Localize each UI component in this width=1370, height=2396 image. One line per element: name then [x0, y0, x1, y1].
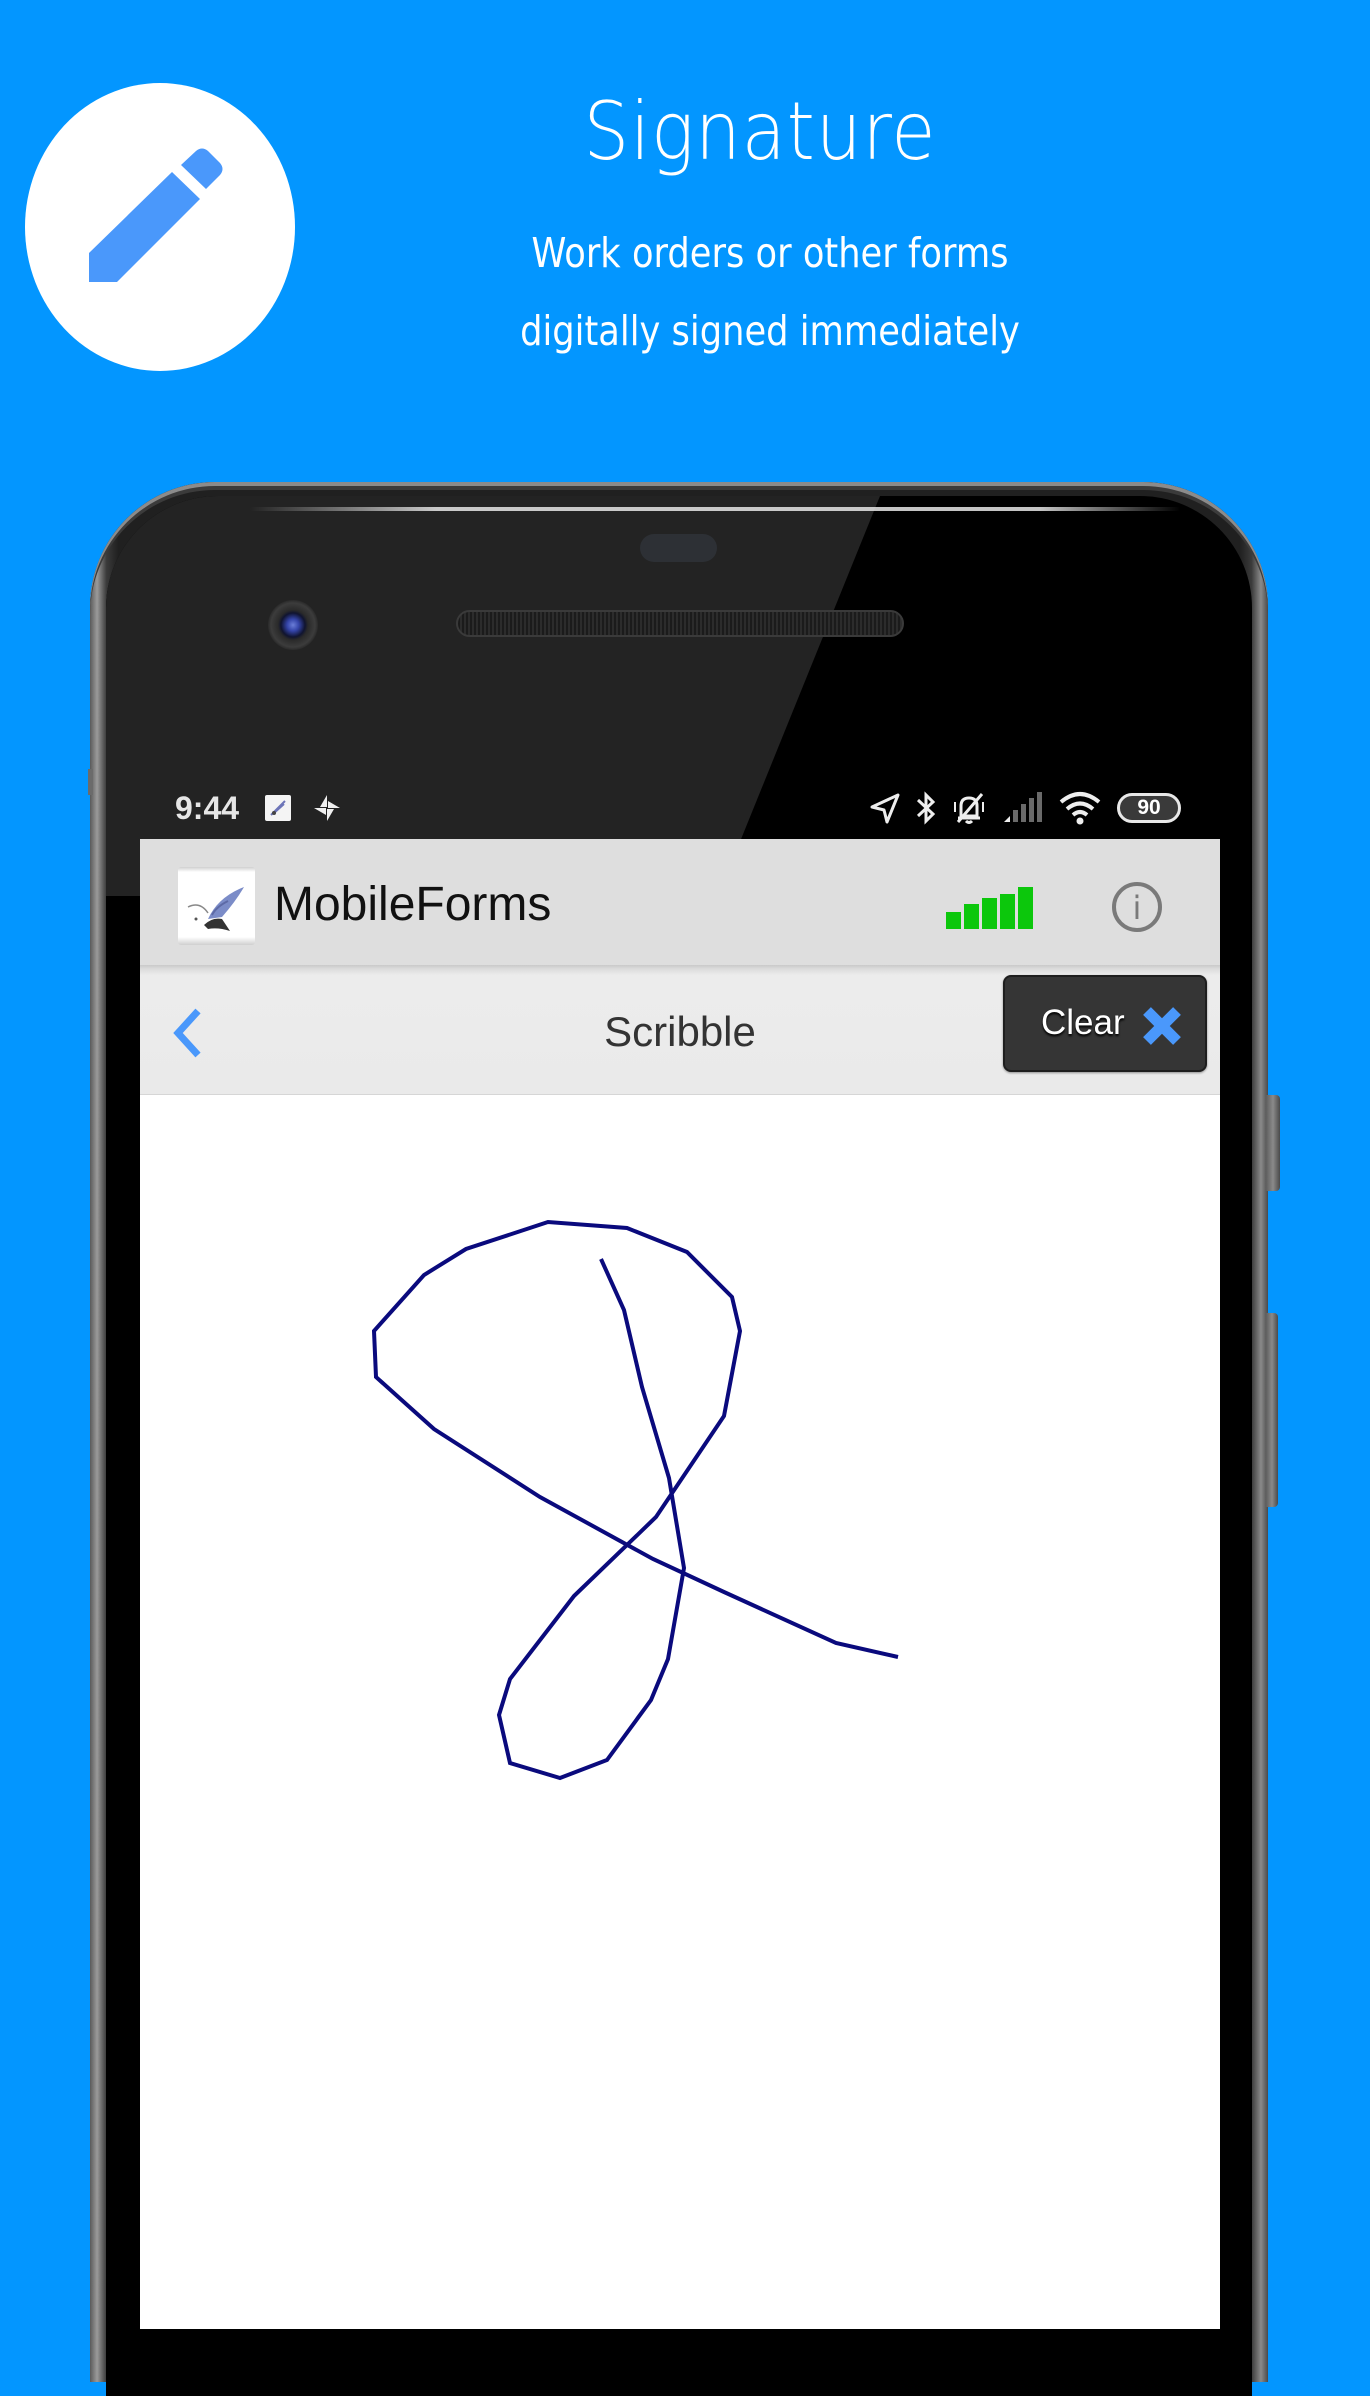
phone-side-notch	[88, 769, 93, 795]
wifi-icon	[1059, 792, 1101, 825]
info-button[interactable]: i	[1112, 882, 1162, 932]
connection-bar	[1018, 887, 1033, 929]
bluetooth-icon	[916, 791, 936, 825]
earpiece-speaker	[456, 610, 904, 637]
app-header: MobileForms i	[140, 839, 1220, 965]
clear-button-label: Clear	[1041, 1003, 1125, 1042]
signature-canvas[interactable]	[140, 1095, 1220, 2329]
volume-button	[1266, 1095, 1280, 1191]
info-icon: i	[1132, 889, 1142, 927]
quill-pen-logo	[178, 867, 255, 945]
battery-icon: 90	[1117, 793, 1181, 823]
mobileforms-notification-icon	[265, 795, 291, 821]
clear-button[interactable]: Clear	[1003, 975, 1207, 1072]
pencil-badge	[25, 83, 295, 371]
nav-bar: Scribble Clear	[140, 965, 1220, 1095]
power-button	[1266, 1313, 1278, 1507]
connection-bar	[964, 904, 979, 929]
app-title: MobileForms	[274, 878, 552, 931]
phone-rim-highlight	[250, 507, 1180, 511]
promo-title: Signature	[583, 85, 937, 178]
status-time: 9:44	[175, 790, 240, 826]
signature-stroke	[371, 1219, 899, 1781]
connection-strength-icon	[946, 887, 1033, 929]
connection-bar	[1000, 894, 1015, 929]
front-camera	[268, 600, 318, 650]
cellular-signal-icon	[1004, 792, 1042, 822]
pencil-icon	[89, 148, 223, 282]
proximity-sensor	[640, 534, 717, 562]
pinwheel-icon	[314, 795, 340, 821]
location-icon	[870, 793, 900, 824]
connection-bar	[946, 912, 961, 929]
close-x-icon	[1143, 1007, 1181, 1045]
app-screen: MobileForms i Scribble Clear	[140, 839, 1220, 2329]
connection-bar	[982, 898, 997, 929]
promo-subtitle-line-2: digitally signed immediately	[520, 307, 1020, 355]
promo-subtitle-line-1: Work orders or other forms	[531, 229, 1009, 277]
bell-muted-icon	[954, 793, 984, 824]
